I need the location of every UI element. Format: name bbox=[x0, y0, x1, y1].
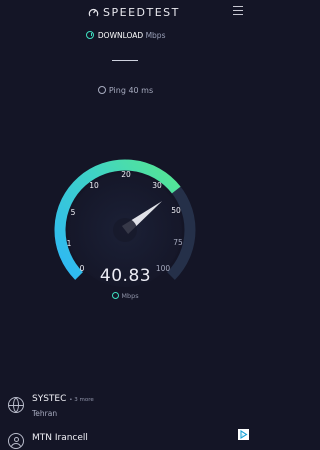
isp-name: SYSTEC • 3 more bbox=[32, 394, 94, 404]
speed-unit-label: Mbps bbox=[121, 292, 139, 300]
isp-more-count: • 3 more bbox=[69, 397, 94, 403]
isp-location: Tehran bbox=[32, 409, 58, 418]
ad-choices-icon[interactable]: i bbox=[238, 429, 249, 440]
speed-unit: Mbps bbox=[0, 291, 251, 300]
person-icon bbox=[8, 433, 24, 449]
tick-label-1: 1 bbox=[67, 239, 72, 248]
tick-label-30: 30 bbox=[152, 181, 162, 190]
tick-label-20: 20 bbox=[121, 170, 131, 179]
tick-label-10: 10 bbox=[89, 181, 99, 190]
tick-label-50: 50 bbox=[171, 206, 181, 215]
isp-info[interactable]: SYSTEC • 3 more Tehran bbox=[0, 391, 251, 421]
speed-gauge: 0 1 5 10 20 30 50 75 100 bbox=[54, 159, 196, 287]
server-name: MTN Irancell bbox=[32, 433, 88, 443]
speed-value: 40.83 bbox=[99, 266, 152, 286]
globe-icon bbox=[8, 397, 24, 413]
svg-text:i: i bbox=[242, 433, 243, 438]
tick-label-5: 5 bbox=[71, 208, 76, 217]
download-arrow-icon-small bbox=[112, 291, 120, 299]
tick-label-75: 75 bbox=[173, 238, 183, 247]
gauge-needle-hub bbox=[113, 218, 137, 242]
isp-name-text: SYSTEC bbox=[32, 394, 67, 404]
server-info[interactable]: MTN Irancell bbox=[0, 428, 251, 450]
